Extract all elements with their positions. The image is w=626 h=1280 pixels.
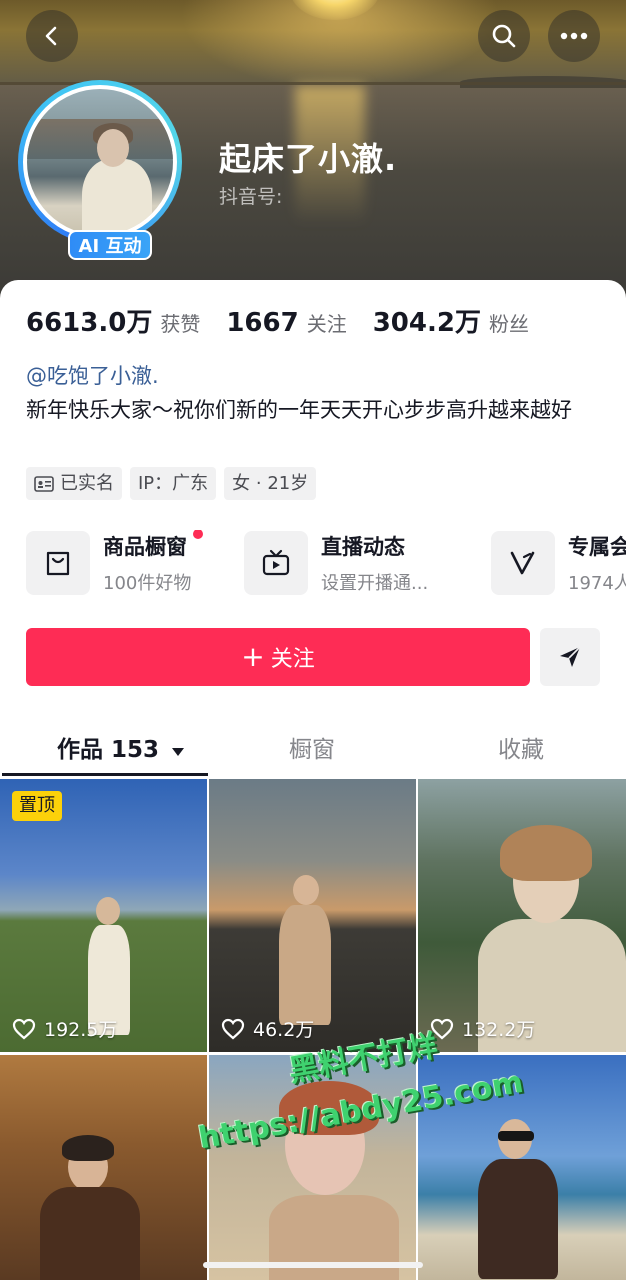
video-thumbnail[interactable]: 132.2万 bbox=[418, 779, 626, 1052]
followers-count[interactable]: 304.2万 bbox=[373, 302, 481, 339]
heart-icon bbox=[221, 1018, 245, 1039]
tv-icon bbox=[244, 531, 308, 595]
profile-stats: 6613.0万 获赞 1667 关注 304.2万 粉丝 bbox=[26, 302, 555, 339]
profile-tags: 已实名 IP：广东 女 · 21岁 bbox=[26, 467, 317, 500]
followers-label[interactable]: 粉丝 bbox=[489, 308, 529, 337]
service-showcase[interactable]: 商品橱窗 100件好物 bbox=[26, 530, 204, 596]
content-tabs: 作品 153 橱窗 收藏 bbox=[0, 720, 626, 776]
gender-age-label: 女 · 21岁 bbox=[232, 473, 309, 494]
home-indicator bbox=[203, 1262, 423, 1268]
verified-tag-label: 已实名 bbox=[60, 473, 114, 494]
service-live-title: 直播动态 bbox=[321, 535, 405, 559]
video-thumbnail[interactable]: 46.2万 bbox=[209, 779, 416, 1052]
message-button[interactable] bbox=[540, 628, 600, 686]
tab-showcase[interactable]: 橱窗 bbox=[289, 730, 335, 764]
pinned-badge: 置顶 bbox=[12, 791, 62, 821]
follow-button-label: 关注 bbox=[270, 647, 315, 672]
likes-count: 6613.0万 bbox=[26, 308, 153, 338]
gender-age-tag: 女 · 21岁 bbox=[224, 467, 317, 500]
service-exclusive-title: 专属会 bbox=[568, 535, 626, 559]
tab-active-indicator bbox=[2, 773, 208, 776]
video-likes: 46.2万 bbox=[221, 1015, 314, 1042]
service-showcase-title: 商品橱窗 bbox=[103, 535, 187, 559]
likes-label: 获赞 bbox=[160, 312, 201, 336]
service-live-subtitle: 设置开播通... bbox=[321, 573, 429, 594]
avatar-image bbox=[23, 85, 177, 239]
id-card-icon bbox=[34, 475, 54, 492]
video-likes-count: 132.2万 bbox=[462, 1019, 536, 1041]
video-thumbnail[interactable] bbox=[0, 1055, 207, 1280]
service-live[interactable]: 直播动态 设置开播通... bbox=[244, 530, 428, 596]
following-label[interactable]: 关注 bbox=[307, 308, 347, 337]
notification-dot bbox=[193, 530, 204, 539]
service-showcase-subtitle: 100件好物 bbox=[103, 573, 192, 594]
profile-nickname: 起床了小澈. bbox=[219, 140, 398, 178]
ip-tag-label: IP：广东 bbox=[138, 473, 209, 494]
ai-interact-badge[interactable]: AI 互动 bbox=[68, 230, 152, 260]
service-entries: 商品橱窗 100件好物 直播动态 设置开播通... 专属会 1974人 bbox=[26, 530, 626, 600]
tab-works-count: 153 bbox=[111, 737, 160, 763]
verified-tag: 已实名 bbox=[26, 467, 122, 500]
avatar[interactable] bbox=[18, 80, 182, 244]
service-exclusive[interactable]: 专属会 1974人 bbox=[491, 530, 626, 596]
heart-icon bbox=[12, 1018, 36, 1039]
bio-text: 新年快乐大家～祝你们新的一年天天开心步步高升越来越好 bbox=[26, 398, 572, 422]
plus-icon: + bbox=[241, 640, 265, 673]
v-icon bbox=[491, 531, 555, 595]
video-likes-count: 46.2万 bbox=[253, 1019, 315, 1041]
send-icon bbox=[560, 646, 581, 667]
more-dots-icon bbox=[560, 32, 588, 40]
chevron-left-icon bbox=[45, 26, 57, 46]
video-likes-count: 192.5万 bbox=[44, 1019, 118, 1041]
tab-works[interactable]: 作品 153 bbox=[57, 730, 185, 764]
bag-icon bbox=[26, 531, 90, 595]
douyin-id-label: 抖音号: bbox=[219, 186, 283, 208]
service-exclusive-subtitle: 1974人 bbox=[568, 573, 626, 594]
caret-down-icon bbox=[172, 748, 185, 756]
ip-tag: IP：广东 bbox=[130, 467, 217, 500]
more-button[interactable] bbox=[548, 10, 600, 62]
tab-favorites[interactable]: 收藏 bbox=[498, 730, 544, 764]
video-likes: 192.5万 bbox=[12, 1015, 117, 1042]
back-button[interactable] bbox=[26, 10, 78, 62]
bio-mention-link[interactable]: @吃饱了小澈. bbox=[26, 360, 159, 390]
search-button[interactable] bbox=[478, 10, 530, 62]
video-likes: 132.2万 bbox=[430, 1015, 535, 1042]
video-thumbnail[interactable]: 置顶 192.5万 bbox=[0, 779, 207, 1052]
tab-works-label: 作品 bbox=[57, 737, 103, 763]
follow-button[interactable]: + 关注 bbox=[26, 628, 530, 686]
following-count[interactable]: 1667 bbox=[226, 308, 298, 338]
search-icon bbox=[492, 24, 516, 48]
